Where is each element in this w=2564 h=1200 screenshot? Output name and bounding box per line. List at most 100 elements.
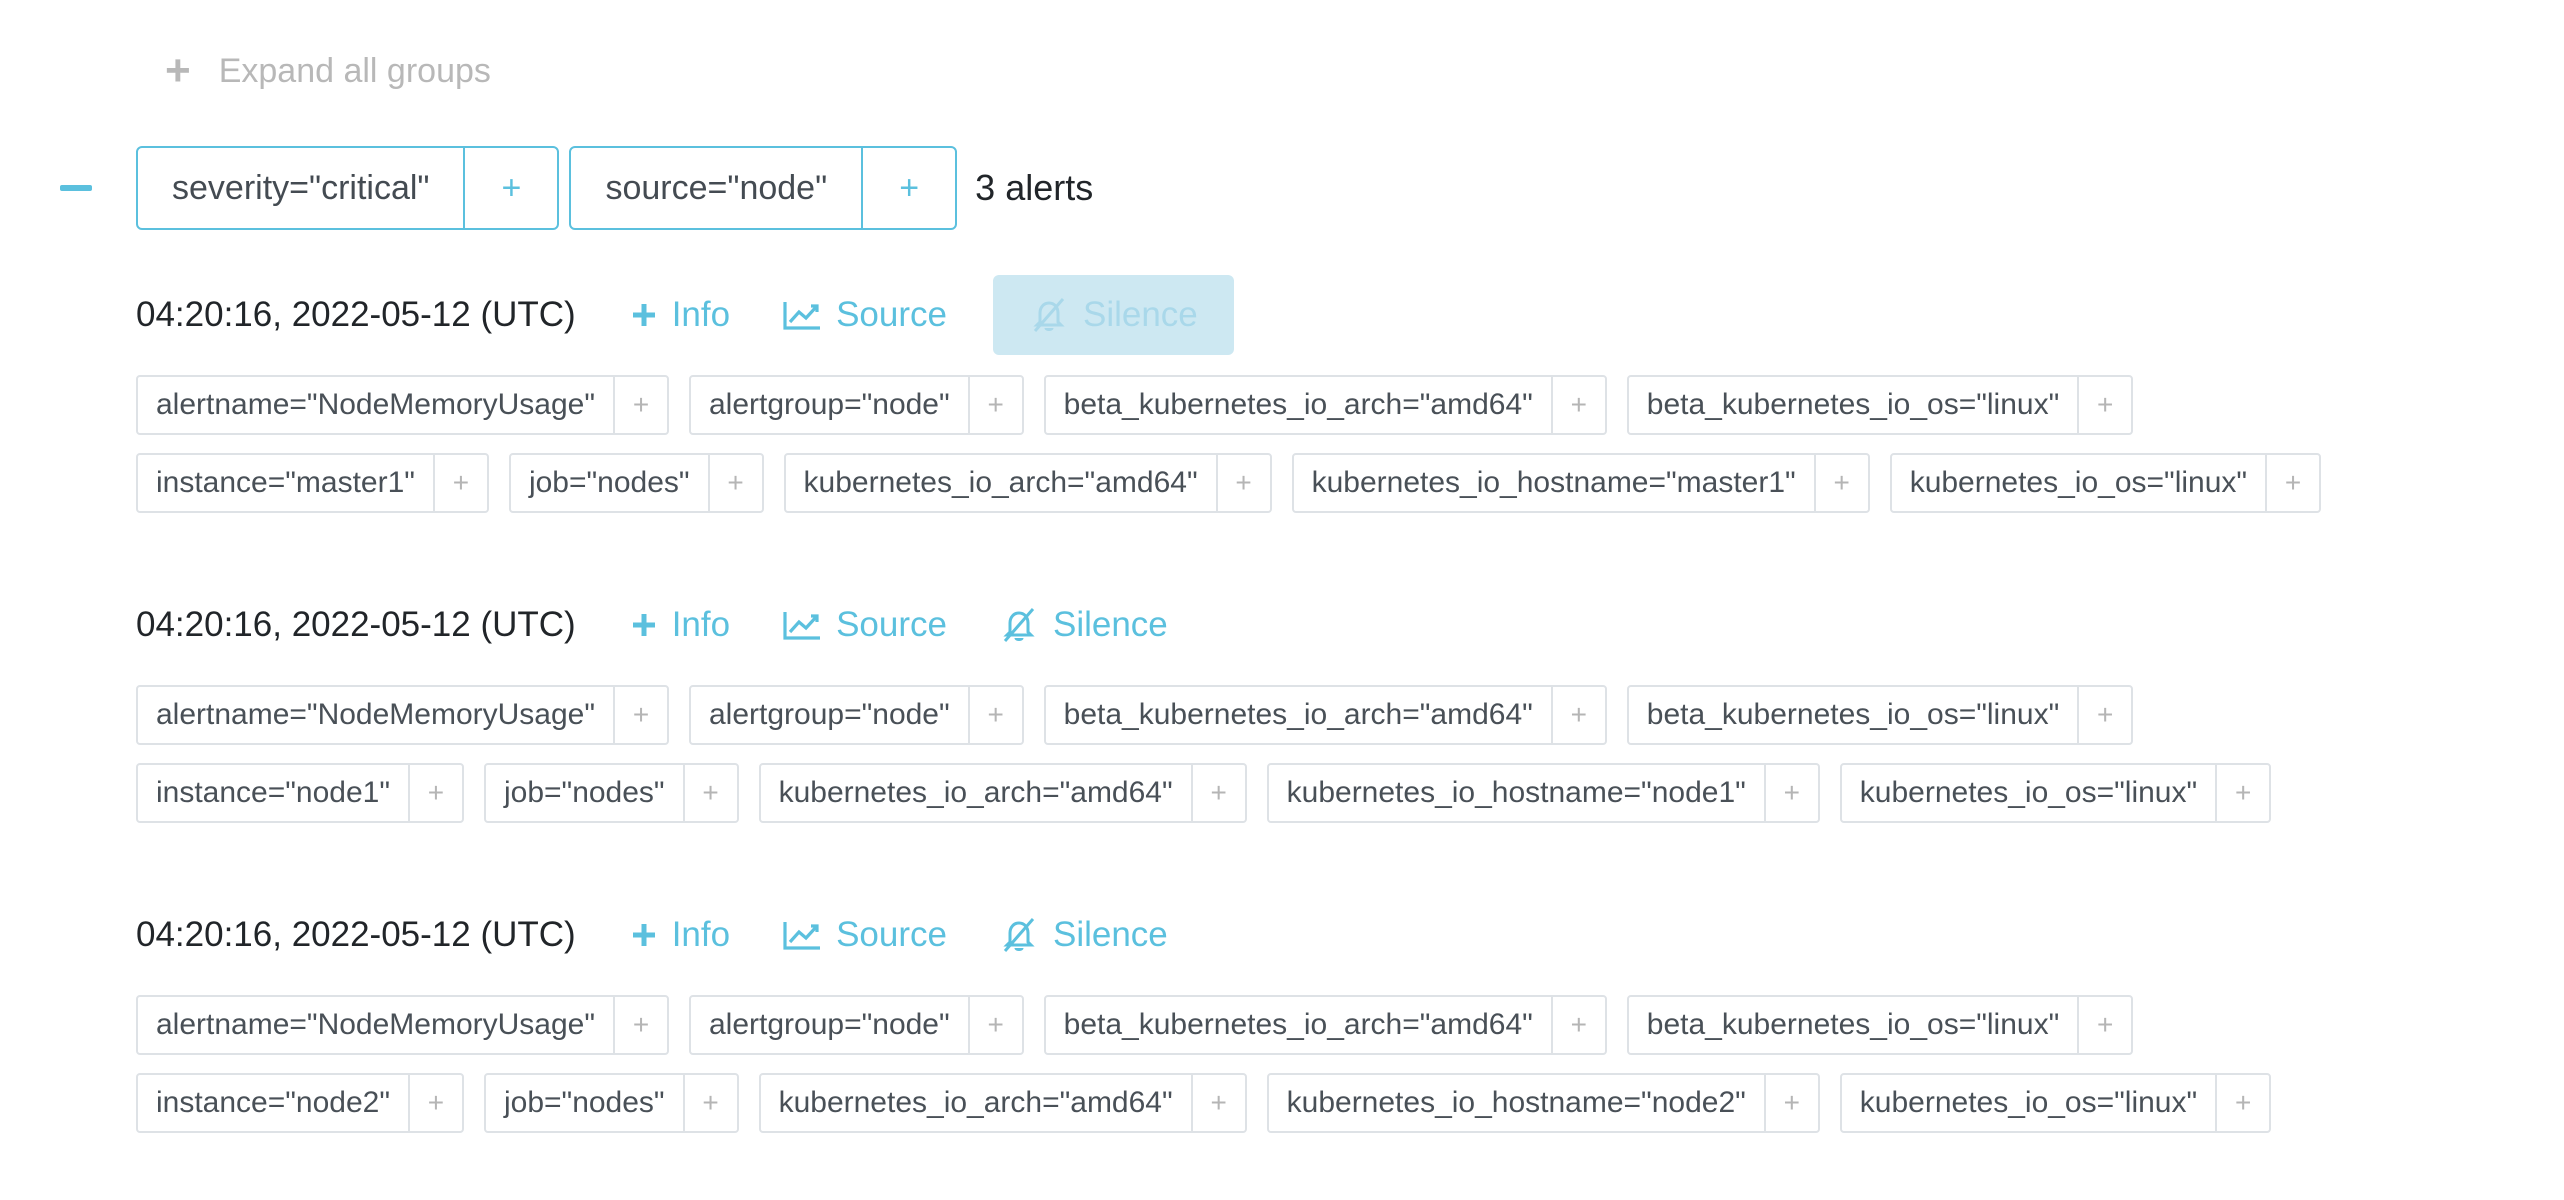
- info-button[interactable]: Info: [630, 895, 746, 975]
- label-add-filter-button[interactable]: +: [407, 1075, 462, 1131]
- label-add-filter-button[interactable]: +: [407, 765, 462, 821]
- label-add-filter-button[interactable]: +: [1215, 455, 1270, 511]
- group-header: severity="critical" + source="node" + 3 …: [60, 146, 1093, 230]
- label-add-filter-button[interactable]: +: [1550, 997, 1605, 1053]
- info-label: Info: [671, 915, 731, 954]
- label-add-filter-button[interactable]: +: [967, 377, 1022, 433]
- chart-line-icon: [783, 302, 821, 330]
- label-chip: kubernetes_io_os="linux" +: [1839, 763, 2272, 823]
- alert-labels: alertname="NodeMemoryUsage" + alertgroup="…: [136, 685, 2272, 823]
- label-chip: kubernetes_io_os="linux" +: [1889, 453, 2322, 513]
- label-add-filter-button[interactable]: +: [613, 997, 667, 1053]
- label-add-filter-button[interactable]: +: [2077, 377, 2131, 433]
- label-text[interactable]: beta_kubernetes_io_os="linux": [1629, 687, 2077, 743]
- label-add-filter-button[interactable]: +: [2215, 1075, 2269, 1131]
- label-add-filter-button[interactable]: +: [1190, 765, 1245, 821]
- label-add-filter-button[interactable]: +: [1763, 1075, 1818, 1131]
- bell-slash-icon: [1003, 918, 1035, 952]
- source-button[interactable]: Source: [782, 895, 963, 975]
- bell-slash-icon: [1033, 298, 1065, 332]
- group-label-chip: source="node" +: [569, 146, 958, 230]
- label-text[interactable]: instance="master1": [138, 455, 433, 511]
- label-text[interactable]: alertgroup="node": [691, 687, 968, 743]
- alert-item: 04:20:16, 2022-05-12 (UTC) Info Source S…: [136, 895, 2272, 1133]
- label-text[interactable]: beta_kubernetes_io_arch="amd64": [1046, 377, 1551, 433]
- label-text[interactable]: beta_kubernetes_io_arch="amd64": [1046, 687, 1551, 743]
- label-add-filter-button[interactable]: +: [2077, 997, 2131, 1053]
- label-text[interactable]: kubernetes_io_arch="amd64": [786, 455, 1216, 511]
- label-row: instance="node1" + job="nodes" + kubernetes_…: [136, 763, 2272, 823]
- label-text[interactable]: beta_kubernetes_io_os="linux": [1629, 997, 2077, 1053]
- label-add-filter-button[interactable]: +: [1550, 687, 1605, 743]
- source-button[interactable]: Source: [782, 585, 963, 665]
- label-add-filter-button[interactable]: +: [432, 455, 487, 511]
- label-add-filter-button[interactable]: +: [1813, 455, 1868, 511]
- chart-line-icon: [783, 612, 821, 640]
- source-button[interactable]: Source: [782, 275, 963, 355]
- group-label-add-filter-button[interactable]: +: [463, 148, 557, 228]
- label-add-filter-button[interactable]: +: [613, 687, 667, 743]
- label-text[interactable]: job="nodes": [486, 765, 683, 821]
- label-row: alertname="NodeMemoryUsage" + alertgroup="…: [136, 685, 2271, 745]
- info-label: Info: [671, 295, 731, 334]
- label-text[interactable]: beta_kubernetes_io_os="linux": [1629, 377, 2077, 433]
- label-text[interactable]: kubernetes_io_os="linux": [1842, 765, 2215, 821]
- label-row: instance="master1" + job="nodes" + kubernete…: [136, 453, 2322, 513]
- silence-button[interactable]: Silence: [992, 275, 1234, 355]
- alert-timestamp: 04:20:16, 2022-05-12 (UTC): [136, 915, 576, 954]
- silence-button[interactable]: Silence: [999, 585, 1184, 665]
- label-chip: kubernetes_io_os="linux" +: [1839, 1073, 2272, 1133]
- label-text[interactable]: kubernetes_io_arch="amd64": [761, 765, 1191, 821]
- alert-header: 04:20:16, 2022-05-12 (UTC) Info Source S…: [136, 275, 2321, 355]
- bell-slash-icon: [1003, 608, 1035, 642]
- label-text[interactable]: job="nodes": [511, 455, 708, 511]
- expand-all-groups-button[interactable]: + Expand all groups: [165, 44, 491, 98]
- plus-icon: +: [165, 46, 191, 95]
- label-text[interactable]: beta_kubernetes_io_arch="amd64": [1046, 997, 1551, 1053]
- label-add-filter-button[interactable]: +: [1763, 765, 1818, 821]
- label-text[interactable]: alertgroup="node": [691, 377, 968, 433]
- group-label-chip: severity="critical" +: [136, 146, 560, 230]
- label-text[interactable]: job="nodes": [486, 1075, 683, 1131]
- source-label: Source: [836, 295, 947, 334]
- label-add-filter-button[interactable]: +: [682, 1075, 737, 1131]
- label-text[interactable]: kubernetes_io_hostname="master1": [1294, 455, 1814, 511]
- label-chip: alertgroup="node" +: [689, 685, 1024, 745]
- alert-labels: alertname="NodeMemoryUsage" + alertgroup="…: [136, 995, 2272, 1133]
- label-add-filter-button[interactable]: +: [707, 455, 762, 511]
- label-text[interactable]: kubernetes_io_os="linux": [1892, 455, 2265, 511]
- label-add-filter-button[interactable]: +: [967, 687, 1022, 743]
- alert-header: 04:20:16, 2022-05-12 (UTC) Info Source S…: [136, 585, 2271, 665]
- label-text[interactable]: alertname="NodeMemoryUsage": [138, 997, 613, 1053]
- label-add-filter-button[interactable]: +: [2077, 687, 2131, 743]
- info-button[interactable]: Info: [630, 585, 746, 665]
- label-text[interactable]: instance="node2": [138, 1075, 408, 1131]
- source-label: Source: [836, 915, 947, 954]
- label-text[interactable]: instance="node1": [138, 765, 408, 821]
- label-chip: beta_kubernetes_io_os="linux" +: [1626, 995, 2134, 1055]
- label-add-filter-button[interactable]: +: [682, 765, 737, 821]
- label-text[interactable]: kubernetes_io_arch="amd64": [761, 1075, 1191, 1131]
- label-chip: kubernetes_io_arch="amd64" +: [758, 1073, 1247, 1133]
- label-text[interactable]: kubernetes_io_hostname="node2": [1269, 1075, 1764, 1131]
- collapse-group-minus-icon[interactable]: [60, 185, 92, 191]
- label-text[interactable]: kubernetes_io_hostname="node1": [1269, 765, 1764, 821]
- label-add-filter-button[interactable]: +: [1190, 1075, 1245, 1131]
- label-add-filter-button[interactable]: +: [2215, 765, 2269, 821]
- group-label-text[interactable]: source="node": [571, 148, 861, 228]
- alert-labels: alertname="NodeMemoryUsage" + alertgroup="…: [136, 375, 2322, 513]
- group-label-add-filter-button[interactable]: +: [861, 148, 955, 228]
- info-button[interactable]: Info: [630, 275, 746, 355]
- label-text[interactable]: kubernetes_io_os="linux": [1842, 1075, 2215, 1131]
- silence-button[interactable]: Silence: [999, 895, 1184, 975]
- label-add-filter-button[interactable]: +: [1550, 377, 1605, 433]
- label-text[interactable]: alertname="NodeMemoryUsage": [138, 687, 613, 743]
- label-add-filter-button[interactable]: +: [967, 997, 1022, 1053]
- label-add-filter-button[interactable]: +: [2265, 455, 2319, 511]
- label-text[interactable]: alertgroup="node": [691, 997, 968, 1053]
- group-label-text[interactable]: severity="critical": [138, 148, 463, 228]
- alert-timestamp: 04:20:16, 2022-05-12 (UTC): [136, 605, 576, 644]
- label-add-filter-button[interactable]: +: [613, 377, 667, 433]
- label-chip: alertname="NodeMemoryUsage" +: [136, 375, 669, 435]
- label-text[interactable]: alertname="NodeMemoryUsage": [138, 377, 613, 433]
